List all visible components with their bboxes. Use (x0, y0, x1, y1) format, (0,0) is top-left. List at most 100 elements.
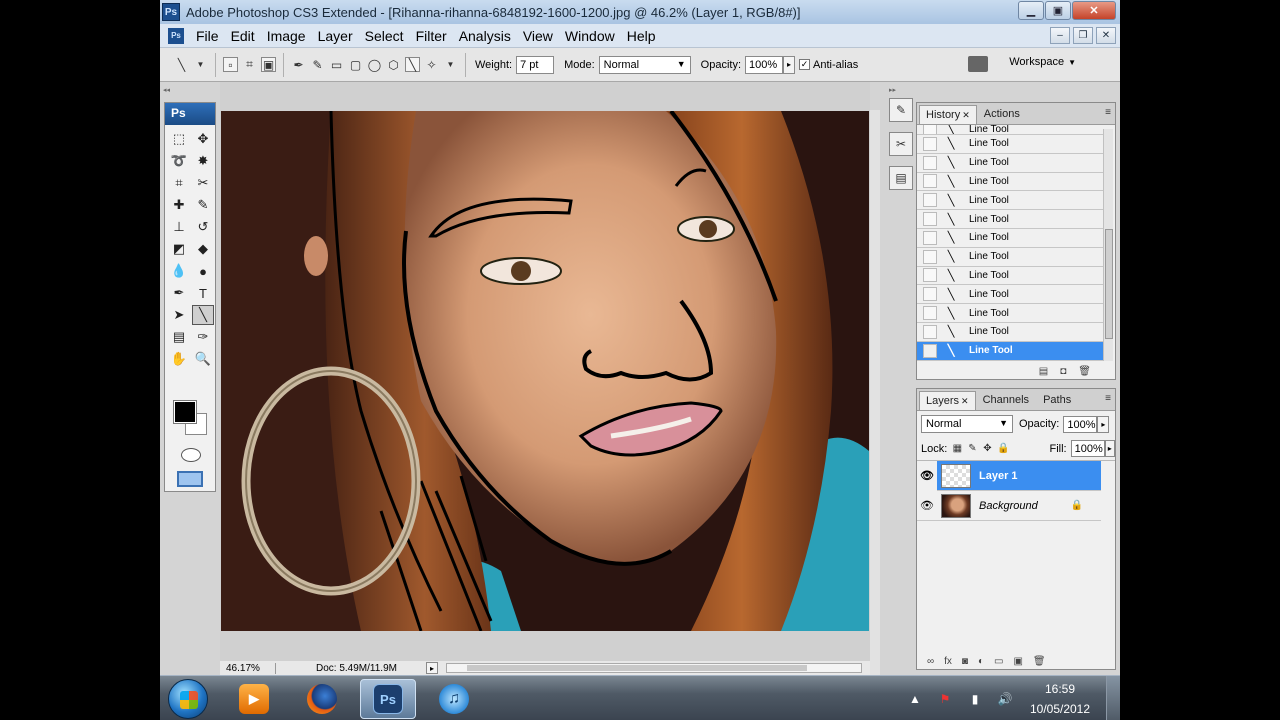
notes-tool-icon[interactable]: ▤ (168, 327, 190, 347)
layer-opacity-input[interactable]: 100% (1063, 415, 1098, 433)
slice-tool-icon[interactable]: ✂ (192, 173, 214, 193)
menu-edit[interactable]: Edit (225, 28, 261, 44)
snapshot-box[interactable] (923, 287, 937, 302)
adjustment-layer-icon[interactable]: ◐ (978, 656, 984, 667)
line-tool-icon[interactable]: ╲ (192, 305, 214, 325)
line-shape-icon[interactable]: ╲ (405, 57, 420, 72)
marquee-tool-icon[interactable]: ⬚ (168, 129, 190, 149)
history-item[interactable]: ╲ Line Tool (917, 323, 1103, 342)
show-desktop-button[interactable] (1106, 676, 1120, 720)
paths-icon[interactable]: ⌗ (242, 57, 257, 72)
doc-restore-button[interactable]: ❐ (1073, 27, 1093, 44)
network-signal-icon[interactable]: ▮ (964, 690, 986, 708)
ellipse-icon[interactable]: ◯ (367, 57, 382, 72)
rounded-rectangle-icon[interactable]: ▢ (348, 57, 363, 72)
lock-image-icon[interactable]: ✎ (967, 443, 977, 455)
menu-select[interactable]: Select (359, 28, 410, 44)
layer-comps-panel-icon[interactable]: ▤ (889, 166, 913, 190)
panel-menu-icon[interactable]: ≡ (1105, 107, 1111, 118)
delete-state-icon[interactable]: 🗑 (1078, 366, 1091, 377)
snapshot-box[interactable] (923, 155, 937, 170)
opacity-arrow-icon[interactable]: ▸ (1097, 415, 1110, 433)
snapshot-box[interactable] (923, 193, 937, 208)
history-item[interactable]: ╲ Line Tool (917, 229, 1103, 248)
expand-arrows-icon[interactable]: ▸▸ (886, 86, 916, 94)
history-item[interactable]: ╲ Line Tool (917, 267, 1103, 286)
clone-stamp-tool-icon[interactable]: ⊥ (168, 217, 190, 237)
tab-history[interactable]: History ✕ (919, 105, 977, 124)
menu-window[interactable]: Window (559, 28, 621, 44)
fill-pixels-icon[interactable]: ▣ (261, 57, 276, 72)
menu-file[interactable]: File (190, 28, 225, 44)
volume-icon[interactable]: 🔊 (994, 690, 1016, 708)
menu-layer[interactable]: Layer (312, 28, 359, 44)
snapshot-box[interactable] (923, 306, 937, 321)
lock-position-icon[interactable]: ✥ (982, 443, 992, 455)
taskbar-photoshop[interactable]: Ps (360, 679, 416, 719)
menu-analysis[interactable]: Analysis (453, 28, 517, 44)
brushes-panel-icon[interactable]: ✎ (889, 98, 913, 122)
type-tool-icon[interactable]: T (192, 283, 214, 303)
menu-view[interactable]: View (517, 28, 559, 44)
link-layers-icon[interactable]: ∞ (927, 656, 934, 667)
new-group-icon[interactable]: ▭ (994, 656, 1003, 667)
doc-close-button[interactable]: ✕ (1096, 27, 1116, 44)
geometry-options-icon[interactable]: ▼ (443, 57, 458, 72)
preset-dropdown-icon[interactable]: ▼ (193, 57, 208, 72)
canvas-image[interactable] (221, 111, 869, 631)
fill-arrow-icon[interactable]: ▸ (1104, 440, 1115, 457)
snapshot-box[interactable] (923, 324, 937, 339)
clock[interactable]: 16:59 10/05/2012 (1020, 679, 1100, 719)
status-menu-arrow-icon[interactable]: ▸ (426, 662, 438, 674)
blur-tool-icon[interactable]: 💧 (168, 261, 190, 281)
action-center-flag-icon[interactable]: ⚑ (934, 690, 956, 708)
minimize-button[interactable]: ▁ (1018, 1, 1044, 20)
history-item-active[interactable]: ╲ Line Tool (917, 341, 1103, 361)
scroll-thumb[interactable] (467, 665, 807, 671)
lasso-tool-icon[interactable]: ➰ (168, 151, 190, 171)
scroll-thumb[interactable] (1105, 229, 1113, 339)
history-item[interactable]: ╲ Line Tool (917, 210, 1103, 229)
taskbar-firefox[interactable] (294, 679, 350, 719)
history-item[interactable]: ╲ Line Tool (917, 135, 1103, 154)
layer-row-background[interactable]: 👁 Background 🔒 (917, 491, 1101, 521)
tab-channels[interactable]: Channels (976, 390, 1036, 410)
snapshot-box[interactable] (923, 230, 937, 245)
blend-mode-select[interactable]: Normal ▼ (921, 415, 1013, 433)
visibility-eye-icon[interactable]: 👁 (917, 499, 937, 512)
close-button[interactable]: ✕ (1072, 1, 1116, 20)
lock-transparent-icon[interactable]: ▦ (952, 443, 962, 455)
history-item[interactable]: ╲ Line Tool (917, 285, 1103, 305)
doc-minimize-button[interactable]: – (1050, 27, 1070, 44)
hand-tool-icon[interactable]: ✋ (168, 349, 190, 369)
freeform-pen-icon[interactable]: ✎ (310, 57, 325, 72)
snapshot-box[interactable] (923, 212, 937, 227)
opacity-input[interactable]: 100% (745, 55, 784, 74)
layer-mask-icon[interactable]: ◙ (962, 656, 968, 667)
panel-menu-icon[interactable]: ≡ (1105, 393, 1111, 404)
workspace-icon[interactable] (968, 56, 988, 72)
create-snapshot-icon[interactable]: ◘ (1060, 366, 1066, 377)
polygon-icon[interactable]: ⬡ (386, 57, 401, 72)
quick-mask-button[interactable] (181, 448, 201, 462)
path-selection-tool-icon[interactable]: ➤ (168, 305, 190, 325)
eyedropper-tool-icon[interactable]: ✑ (192, 327, 214, 347)
snapshot-box[interactable] (923, 249, 937, 264)
visibility-eye-icon[interactable]: 👁 (917, 460, 937, 491)
eraser-tool-icon[interactable]: ◩ (168, 239, 190, 259)
start-button[interactable] (168, 679, 208, 719)
history-brush-tool-icon[interactable]: ↺ (192, 217, 214, 237)
healing-brush-tool-icon[interactable]: ✚ (168, 195, 190, 215)
snapshot-box[interactable] (923, 136, 937, 151)
lock-all-icon[interactable]: 🔒 (997, 443, 1009, 455)
maximize-button[interactable]: ▣ (1045, 1, 1071, 20)
show-hidden-icons-icon[interactable]: ▲ (904, 690, 926, 708)
shape-layers-icon[interactable]: ▫ (223, 57, 238, 72)
custom-shape-icon[interactable]: ✧ (424, 57, 439, 72)
pen-tool-icon[interactable]: ✒ (168, 283, 190, 303)
delete-layer-icon[interactable]: 🗑 (1033, 656, 1046, 667)
history-scrollbar[interactable] (1103, 129, 1113, 361)
layer-style-icon[interactable]: fx (944, 656, 952, 667)
history-state-arrow-icon[interactable] (923, 343, 937, 358)
dodge-tool-icon[interactable]: ● (192, 261, 214, 281)
